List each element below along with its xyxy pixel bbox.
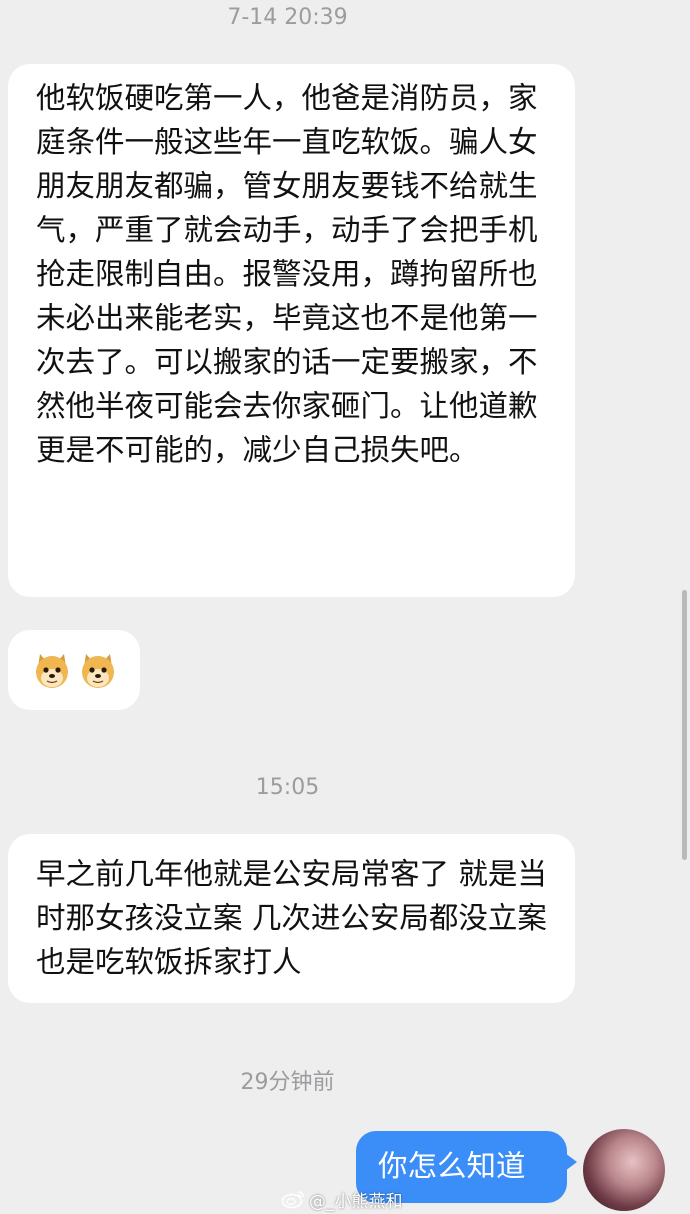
weibo-logo-icon (281, 1191, 304, 1209)
watermark-handle: @_小熊燕和 (309, 1191, 403, 1212)
timestamp-3: 29分钟前 (240, 1070, 335, 1095)
timestamp-2: 15:05 (255, 775, 320, 800)
user-avatar[interactable] (583, 1129, 665, 1211)
timestamp-1: 7-14 20:39 (227, 5, 348, 30)
scrollbar[interactable] (682, 590, 687, 860)
bubble-tail (565, 1153, 577, 1171)
emoji-row (32, 650, 140, 690)
message-text: 早之前几年他就是公安局常客了 就是当时那女孩没立案 几次进公安局都没立案 也是吃… (36, 857, 547, 979)
incoming-message-emoji[interactable] (8, 630, 140, 710)
doge-emoji-icon (82, 654, 114, 688)
incoming-message-1[interactable]: 他软饭硬吃第一人，他爸是消防员，家庭条件一般这些年一直吃软饭。骗人女朋友朋友都骗… (8, 64, 575, 597)
message-text: 你怎么知道 (378, 1149, 526, 1183)
doge-emoji-icon (36, 654, 68, 688)
watermark: @_小熊燕和 (281, 1186, 403, 1212)
incoming-message-2[interactable]: 早之前几年他就是公安局常客了 就是当时那女孩没立案 几次进公安局都没立案 也是吃… (8, 834, 575, 1003)
message-text: 他软饭硬吃第一人，他爸是消防员，家庭条件一般这些年一直吃软饭。骗人女朋友朋友都骗… (36, 81, 538, 467)
